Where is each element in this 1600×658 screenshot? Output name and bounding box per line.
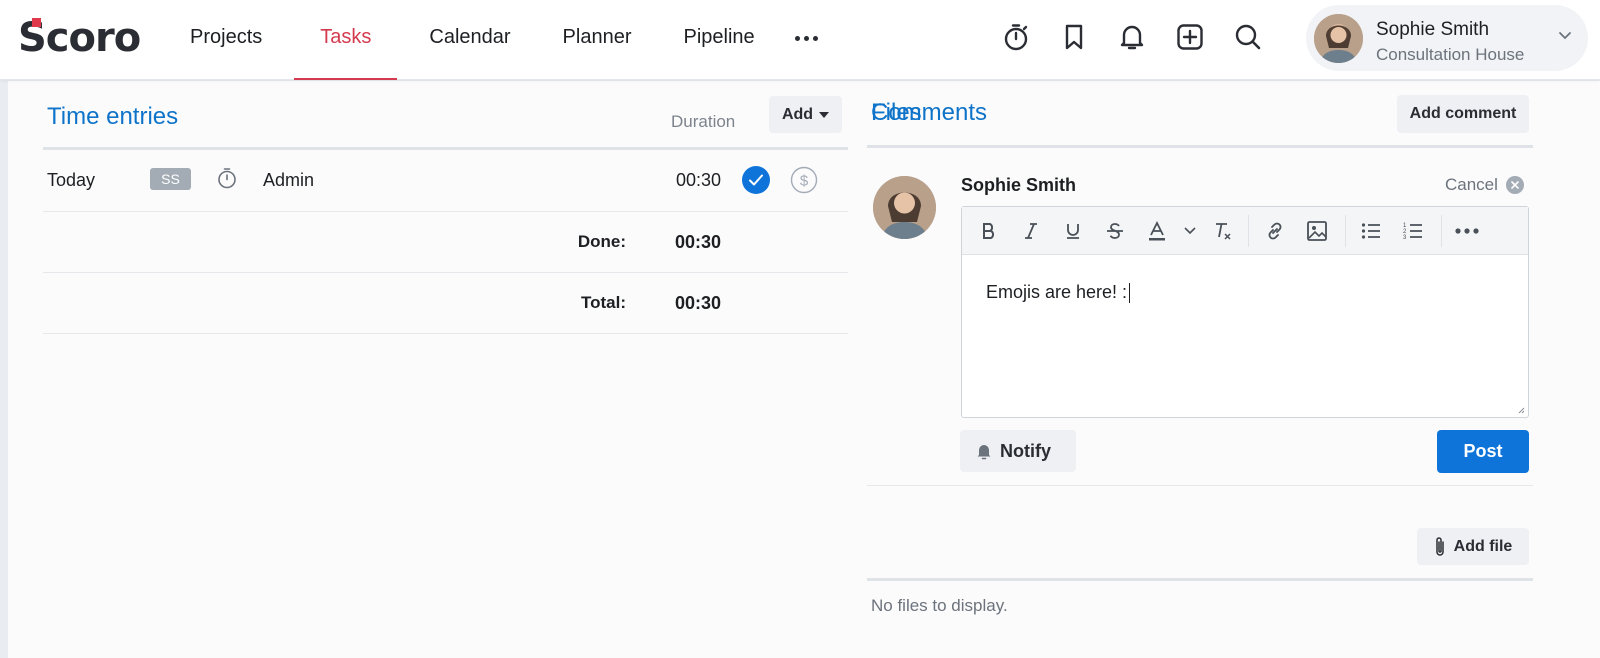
add-file-label: Add file — [1453, 537, 1513, 555]
files-empty-message: No files to display. — [871, 596, 1008, 615]
chevron-down-icon[interactable] — [1176, 217, 1204, 245]
done-check-icon[interactable] — [742, 166, 770, 194]
bell-icon — [976, 442, 992, 460]
add-label: Add — [781, 105, 814, 123]
stopwatch-icon[interactable] — [216, 166, 238, 190]
divider — [867, 485, 1533, 486]
underline-icon[interactable] — [1059, 217, 1087, 245]
paperclip-icon — [1434, 536, 1446, 558]
bookmark-icon[interactable] — [1057, 20, 1091, 54]
image-icon[interactable] — [1303, 217, 1331, 245]
timer-icon[interactable] — [999, 20, 1033, 54]
add-file-button[interactable]: Add file — [1417, 528, 1529, 565]
search-icon[interactable] — [1231, 20, 1265, 54]
main-nav: Projects Tasks Calendar Planner Pipeline — [170, 0, 827, 80]
comment-author-avatar — [873, 176, 936, 239]
close-icon — [1505, 176, 1524, 194]
add-comment-button[interactable]: Add comment — [1397, 95, 1529, 133]
caret-down-icon — [819, 111, 830, 118]
divider — [867, 578, 1533, 581]
duration-column-header: Duration — [671, 112, 736, 131]
comment-author-name: Sophie Smith — [961, 175, 1077, 195]
entry-activity: Admin — [263, 170, 315, 190]
done-summary-row: Done: 00:30 — [43, 212, 848, 273]
cancel-label: Cancel — [1445, 175, 1498, 194]
entry-duration: 00:30 — [675, 170, 721, 190]
user-initials-badge: SS — [150, 168, 191, 190]
user-name: Sophie Smith — [1376, 19, 1490, 40]
add-time-entry-button[interactable]: Add — [769, 96, 842, 133]
text-cursor — [1129, 283, 1131, 304]
task-detail-content: Time entries Duration Add Today SS Admin… — [8, 81, 1600, 658]
numbered-list-icon[interactable]: 123 — [1399, 217, 1427, 245]
notify-label: Notify — [1000, 440, 1051, 461]
post-comment-button[interactable]: Post — [1437, 430, 1529, 473]
more-options-icon[interactable] — [1453, 217, 1481, 245]
bell-icon[interactable] — [1115, 20, 1149, 54]
comment-editor[interactable]: 123 Emojis are here! : — [961, 206, 1529, 418]
svg-text:3: 3 — [1403, 235, 1407, 241]
draft-text: Emojis are here! : — [986, 282, 1128, 302]
divider — [867, 145, 1533, 148]
nav-pipeline[interactable]: Pipeline — [663, 0, 774, 80]
comment-draft-text[interactable]: Emojis are here! : — [986, 282, 1131, 304]
toolbar-separator — [1441, 215, 1442, 247]
files-title: Files — [871, 99, 922, 126]
text-color-icon[interactable] — [1143, 217, 1171, 245]
editor-toolbar: 123 — [962, 207, 1528, 255]
time-entry-row[interactable]: Today SS Admin 00:30 $ — [43, 150, 848, 212]
chevron-down-icon — [1558, 31, 1572, 41]
toolbar-separator — [1345, 215, 1346, 247]
toolbar-separator — [1248, 215, 1249, 247]
nav-tasks[interactable]: Tasks — [294, 0, 398, 80]
svg-text:$: $ — [800, 173, 809, 190]
plus-square-icon[interactable] — [1173, 20, 1207, 54]
bullet-list-icon[interactable] — [1357, 217, 1385, 245]
notify-button[interactable]: Notify — [960, 430, 1076, 472]
top-navigation-bar: Scoro Projects Tasks Calendar Planner Pi… — [0, 0, 1600, 80]
billable-dollar-icon[interactable]: $ — [790, 166, 818, 194]
scoro-logo[interactable]: Scoro — [18, 18, 141, 58]
clear-format-icon[interactable] — [1209, 217, 1237, 245]
nav-calendar[interactable]: Calendar — [409, 0, 530, 80]
user-company: Consultation House — [1376, 45, 1525, 64]
user-avatar — [1314, 14, 1363, 63]
cancel-comment-button[interactable]: Cancel — [1445, 175, 1524, 195]
entry-date: Today — [47, 170, 96, 190]
logo-mark — [32, 18, 41, 27]
italic-icon[interactable] — [1017, 217, 1045, 245]
bold-icon[interactable] — [975, 217, 1003, 245]
nav-planner[interactable]: Planner — [543, 0, 652, 80]
resize-handle-icon[interactable] — [1518, 407, 1525, 414]
link-icon[interactable] — [1261, 217, 1289, 245]
total-label: Total: — [580, 293, 626, 312]
more-icon[interactable] — [787, 0, 827, 80]
total-value: 00:30 — [674, 293, 721, 313]
done-value: 00:30 — [674, 232, 721, 252]
time-entries-title: Time entries — [47, 103, 179, 130]
total-summary-row: Total: 00:30 — [43, 273, 848, 334]
strikethrough-icon[interactable] — [1101, 217, 1129, 245]
done-label: Done: — [577, 232, 626, 251]
user-menu[interactable]: Sophie Smith Consultation House — [1306, 5, 1588, 71]
nav-projects[interactable]: Projects — [170, 0, 282, 80]
